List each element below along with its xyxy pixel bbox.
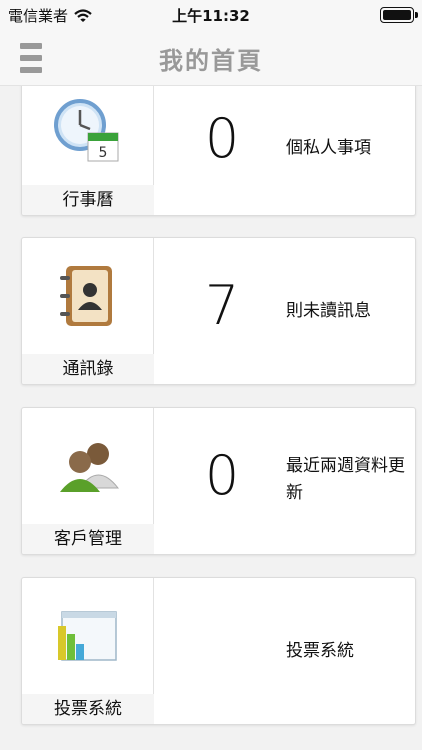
customers-icon xyxy=(60,443,120,492)
clock: 上午11:32 xyxy=(172,7,250,25)
svg-text:5: 5 xyxy=(99,145,108,161)
calendar-clock-icon: 5 xyxy=(54,99,119,162)
dashboard-list[interactable]: 5 行事曆 0 個私人事項 通訊錄 7 則未讀訊息 客戶管理 0 最近兩週資料更… xyxy=(0,86,422,750)
card-customers-count: 0 xyxy=(204,444,240,507)
address-book-icon xyxy=(60,266,112,326)
card-calendar[interactable]: 5 行事曆 0 個私人事項 xyxy=(21,86,416,216)
card-customers-desc: 最近兩週資料更新 xyxy=(286,456,405,503)
card-calendar-count: 0 xyxy=(204,107,240,170)
navigation-bar: 我的首頁 xyxy=(0,30,422,86)
card-calendar-desc: 個私人事項 xyxy=(286,138,371,158)
card-contacts-left: 通訊錄 xyxy=(22,238,154,384)
card-voting[interactable]: 投票系統 投票系統 xyxy=(21,577,416,725)
card-contacts-count: 7 xyxy=(204,274,240,337)
status-bar: 電信業者 上午11:32 xyxy=(0,0,422,30)
card-voting-label: 投票系統 xyxy=(22,694,154,724)
card-customers[interactable]: 客戶管理 0 最近兩週資料更新 xyxy=(21,407,416,555)
card-voting-desc: 投票系統 xyxy=(286,641,354,661)
card-customers-label: 客戶管理 xyxy=(22,524,154,554)
card-contacts[interactable]: 通訊錄 7 則未讀訊息 xyxy=(21,237,416,385)
card-voting-left: 投票系統 xyxy=(22,578,154,724)
page-title: 我的首頁 xyxy=(159,47,263,75)
card-customers-left: 客戶管理 xyxy=(22,408,154,554)
card-contacts-label: 通訊錄 xyxy=(22,354,154,384)
card-calendar-left: 5 行事曆 xyxy=(22,86,154,215)
card-contacts-desc: 則未讀訊息 xyxy=(286,301,371,321)
card-calendar-label: 行事曆 xyxy=(22,185,154,215)
bar-chart-icon xyxy=(58,611,117,661)
battery-icon xyxy=(380,7,418,23)
